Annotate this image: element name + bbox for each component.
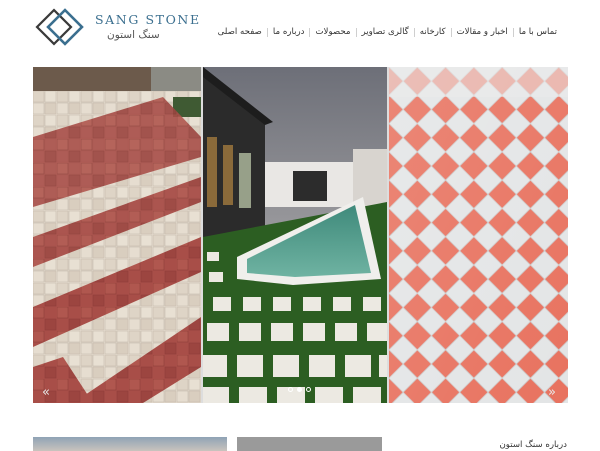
hero-slider[interactable]: « » [33, 67, 568, 403]
slider-next-arrow-icon[interactable]: » [548, 385, 556, 400]
nav-item-contact[interactable]: تماس با ما [514, 27, 562, 37]
nav-item-gallery[interactable]: گالری تصاویر [357, 27, 414, 37]
site-logo[interactable]: SANG STONE سنگ استون [33, 6, 199, 52]
logo-text-fa: سنگ استون [107, 29, 160, 41]
logo-text-en: SANG STONE [95, 12, 201, 27]
main-navigation: صفحه اصلی درباره ما محصولات گالری تصاویر… [213, 27, 562, 37]
nav-separator [309, 27, 311, 37]
nav-item-factory[interactable]: کارخانه [415, 27, 451, 37]
slide-image-villa-pool [203, 67, 387, 403]
nav-item-about[interactable]: درباره ما [268, 27, 310, 37]
logo-diamond-icon [35, 8, 84, 46]
nav-separator [355, 27, 357, 37]
nav-separator [413, 27, 415, 37]
product-thumbnail-image[interactable] [237, 437, 382, 451]
nav-item-news[interactable]: اخبار و مقالات [452, 27, 513, 37]
slide-image-paver-driveway [33, 67, 201, 403]
nav-item-home[interactable]: صفحه اصلی [213, 27, 267, 37]
nav-separator [266, 27, 268, 37]
slide-image-diagonal-tiles [389, 67, 568, 403]
about-heading: درباره سنگ استون [499, 440, 567, 450]
product-thumbnail-image[interactable] [33, 437, 227, 451]
nav-separator [512, 27, 514, 37]
slider-pagination [288, 387, 311, 392]
slider-dot[interactable] [288, 387, 293, 392]
nav-item-products[interactable]: محصولات [310, 27, 355, 37]
slider-prev-arrow-icon[interactable]: « [42, 385, 50, 400]
slider-dot[interactable] [306, 387, 311, 392]
nav-separator [450, 27, 452, 37]
slider-dot-active[interactable] [297, 387, 302, 392]
